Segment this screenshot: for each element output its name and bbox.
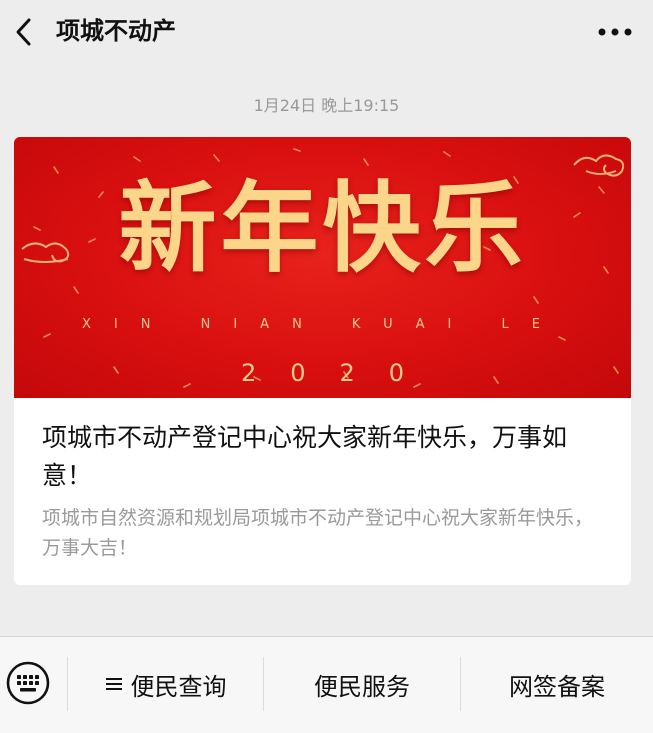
- page-title: 项城不动产: [56, 17, 176, 45]
- menu-item-online-filing[interactable]: 网签备案: [461, 657, 653, 711]
- more-dots-icon: [598, 28, 632, 36]
- menu-lines-icon: [105, 678, 122, 690]
- keyboard-icon: [6, 661, 50, 705]
- article-title[interactable]: 项城市不动产登记中心祝大家新年快乐，万事如意！: [42, 419, 612, 495]
- article-description: 项城市自然资源和规划局项城市不动产登记中心祝大家新年快乐，万事大吉！: [42, 507, 594, 559]
- chevron-left-icon: [16, 18, 31, 46]
- article-cover-banner[interactable]: 新年快乐 XIN NIAN KUAI LE 2020: [14, 137, 631, 398]
- menu-item-label: 便民服务: [314, 672, 410, 701]
- article-card[interactable]: 新年快乐 XIN NIAN KUAI LE 2020 项城市不动产登记中心祝大家…: [14, 137, 631, 585]
- menu-item-label: 网签备案: [509, 672, 605, 701]
- banner-pinyin: XIN NIAN KUAI LE: [82, 317, 563, 332]
- message-timestamp: 1月24日 晚上19:15: [253, 96, 400, 115]
- more-button[interactable]: [595, 18, 635, 46]
- menu-item-convenience-query[interactable]: 便民查询: [68, 657, 263, 711]
- keyboard-toggle-button[interactable]: [4, 659, 52, 707]
- menu-item-convenience-service[interactable]: 便民服务: [264, 657, 460, 711]
- banner-year: 2020: [240, 359, 439, 387]
- menu-item-label: 便民查询: [130, 672, 227, 701]
- banner-headline: 新年快乐: [118, 171, 527, 286]
- top-nav-bar: 项城不动产: [0, 0, 653, 64]
- back-button[interactable]: [6, 12, 42, 52]
- bottom-menu-bar: 便民查询 便民服务 网签备案: [0, 636, 653, 733]
